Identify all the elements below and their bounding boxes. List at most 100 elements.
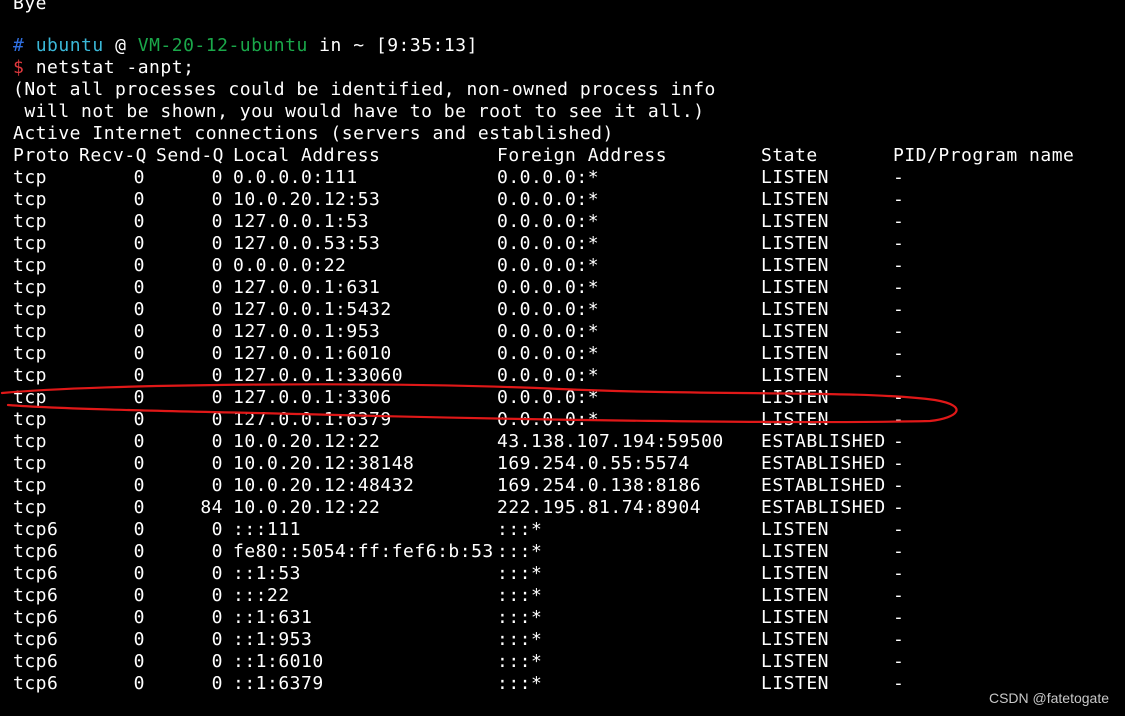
cell-proto: tcp: [13, 255, 48, 276]
cell-local-address: fe80::5054:ff:fef6:b:53: [233, 541, 494, 562]
cell-state: LISTEN: [761, 343, 830, 364]
prompt-hash: #: [13, 35, 25, 56]
cell-proto: tcp: [13, 211, 48, 232]
cell-local-address: 127.0.0.1:33060: [233, 365, 404, 386]
cell-local-address: ::1:631: [233, 607, 313, 628]
cell-pid-program: -: [893, 607, 905, 628]
cell-send-q: 0: [211, 299, 223, 320]
cell-foreign-address: 0.0.0.0:*: [497, 343, 600, 364]
cell-pid-program: -: [893, 299, 905, 320]
notice-line-3: Active Internet connections (servers and…: [13, 123, 614, 144]
cell-proto: tcp: [13, 431, 48, 452]
cell-send-q: 0: [211, 167, 223, 188]
terminal-window[interactable]: Bye # ubuntu @ VM-20-12-ubuntu in ~ [9:3…: [0, 0, 1125, 716]
cell-proto: tcp: [13, 189, 48, 210]
command-text: netstat -anpt;: [35, 57, 195, 78]
cell-foreign-address: 0.0.0.0:*: [497, 299, 600, 320]
cell-state: LISTEN: [761, 519, 830, 540]
cell-recv-q: 0: [133, 453, 145, 474]
cell-foreign-address: 0.0.0.0:*: [497, 211, 600, 232]
cell-local-address: ::1:6379: [233, 673, 324, 694]
cell-recv-q: 0: [133, 299, 145, 320]
cell-foreign-address: 43.138.107.194:59500: [497, 431, 724, 452]
table-row: tcp 0 0 127.0.0.1:6379 0.0.0.0:* LISTEN -: [0, 409, 1125, 431]
cell-local-address: 127.0.0.1:3306: [233, 387, 392, 408]
cell-send-q: 0: [211, 563, 223, 584]
table-row: tcp6 0 0::1:53:::* LISTEN -: [0, 563, 1125, 585]
cell-recv-q: 0: [133, 189, 145, 210]
cell-pid-program: -: [893, 475, 905, 496]
cell-local-address: ::1:53: [233, 563, 302, 584]
cell-recv-q: 0: [133, 431, 145, 452]
shell-prompt: # ubuntu @ VM-20-12-ubuntu in ~ [9:35:13…: [13, 35, 478, 57]
cell-state: LISTEN: [761, 255, 830, 276]
table-row: tcp 0 0 127.0.0.1:953 0.0.0.0:* LISTEN -: [0, 321, 1125, 343]
cell-local-address: :::111: [233, 519, 302, 540]
table-row: tcp 0 0 127.0.0.1:3306 0.0.0.0:* LISTEN -: [0, 387, 1125, 409]
cell-proto: tcp6: [13, 607, 59, 628]
cell-recv-q: 0: [133, 409, 145, 430]
cell-pid-program: -: [893, 651, 905, 672]
cell-pid-program: -: [893, 673, 905, 694]
cell-local-address: 10.0.20.12:48432: [233, 475, 415, 496]
header-proto: Proto: [13, 145, 70, 166]
table-row: tcp 0 0 10.0.20.12:38148 169.254.0.55:5574 ES…: [0, 453, 1125, 475]
table-row: tcp 0 84 10.0.20.12:22 222.195.81.74:8904 EST…: [0, 497, 1125, 519]
cell-recv-q: 0: [133, 519, 145, 540]
cell-proto: tcp: [13, 453, 48, 474]
cell-pid-program: -: [893, 431, 905, 452]
cell-state: LISTEN: [761, 189, 830, 210]
cell-state: LISTEN: [761, 167, 830, 188]
notice-line-1: (Not all processes could be identified, …: [13, 79, 716, 100]
cell-recv-q: 0: [133, 475, 145, 496]
cell-proto: tcp: [13, 387, 48, 408]
cell-proto: tcp: [13, 343, 48, 364]
cell-local-address: 10.0.20.12:53: [233, 189, 381, 210]
cell-foreign-address: :::*: [497, 563, 543, 584]
cell-recv-q: 0: [133, 167, 145, 188]
cell-foreign-address: 0.0.0.0:*: [497, 365, 600, 386]
cell-local-address: 10.0.20.12:38148: [233, 453, 415, 474]
table-row: tcp 0 0 127.0.0.1:631 0.0.0.0:* LISTEN -: [0, 277, 1125, 299]
cell-foreign-address: 0.0.0.0:*: [497, 409, 600, 430]
cell-send-q: 0: [211, 651, 223, 672]
cell-pid-program: -: [893, 453, 905, 474]
cell-send-q: 0: [211, 519, 223, 540]
prompt-dollar: $: [13, 57, 25, 78]
cell-local-address: 127.0.0.1:631: [233, 277, 381, 298]
cell-send-q: 0: [211, 387, 223, 408]
header-foreign-address: Foreign Address: [497, 145, 668, 166]
cell-state: LISTEN: [761, 563, 830, 584]
cell-foreign-address: :::*: [497, 651, 543, 672]
cell-send-q: 0: [211, 365, 223, 386]
table-row: tcp6 0 0::1:631:::* LISTEN -: [0, 607, 1125, 629]
table-row: tcp6 0 0:::22:::* LISTEN -: [0, 585, 1125, 607]
cell-pid-program: -: [893, 211, 905, 232]
cell-send-q: 0: [211, 409, 223, 430]
table-row: tcp 0 0 127.0.0.1:33060 0.0.0.0:* LISTEN -: [0, 365, 1125, 387]
cell-local-address: 127.0.0.53:53: [233, 233, 381, 254]
table-row: tcp 0 0 10.0.20.12:53 0.0.0.0:* LISTEN -: [0, 189, 1125, 211]
cell-recv-q: 0: [133, 629, 145, 650]
cell-send-q: 0: [211, 321, 223, 342]
cell-proto: tcp6: [13, 563, 59, 584]
cell-state: LISTEN: [761, 233, 830, 254]
prompt-host: VM-20-12-ubuntu: [137, 35, 308, 56]
cell-proto: tcp: [13, 167, 48, 188]
prompt-user: ubuntu: [35, 35, 104, 56]
cell-state: LISTEN: [761, 673, 830, 694]
cell-recv-q: 0: [133, 233, 145, 254]
cell-state: LISTEN: [761, 211, 830, 232]
cell-proto: tcp: [13, 475, 48, 496]
table-row: tcp 0 0 127.0.0.1:53 0.0.0.0:* LISTEN -: [0, 211, 1125, 233]
cell-recv-q: 0: [133, 321, 145, 342]
notice-line-2: will not be shown, you would have to be …: [13, 101, 705, 122]
table-header: Proto Recv-Q Send-Q Local Address Foreig…: [0, 145, 1125, 167]
cell-state: LISTEN: [761, 651, 830, 672]
table-row: tcp6 0 0:::111:::* LISTEN -: [0, 519, 1125, 541]
command-line[interactable]: $ netstat -anpt;: [13, 57, 194, 79]
cell-pid-program: -: [893, 233, 905, 254]
csdn-watermark: CSDN @fatetogate: [988, 690, 1109, 706]
table-row: tcp 0 0 0.0.0.0:22 0.0.0.0:* LISTEN -: [0, 255, 1125, 277]
cell-proto: tcp6: [13, 673, 59, 694]
